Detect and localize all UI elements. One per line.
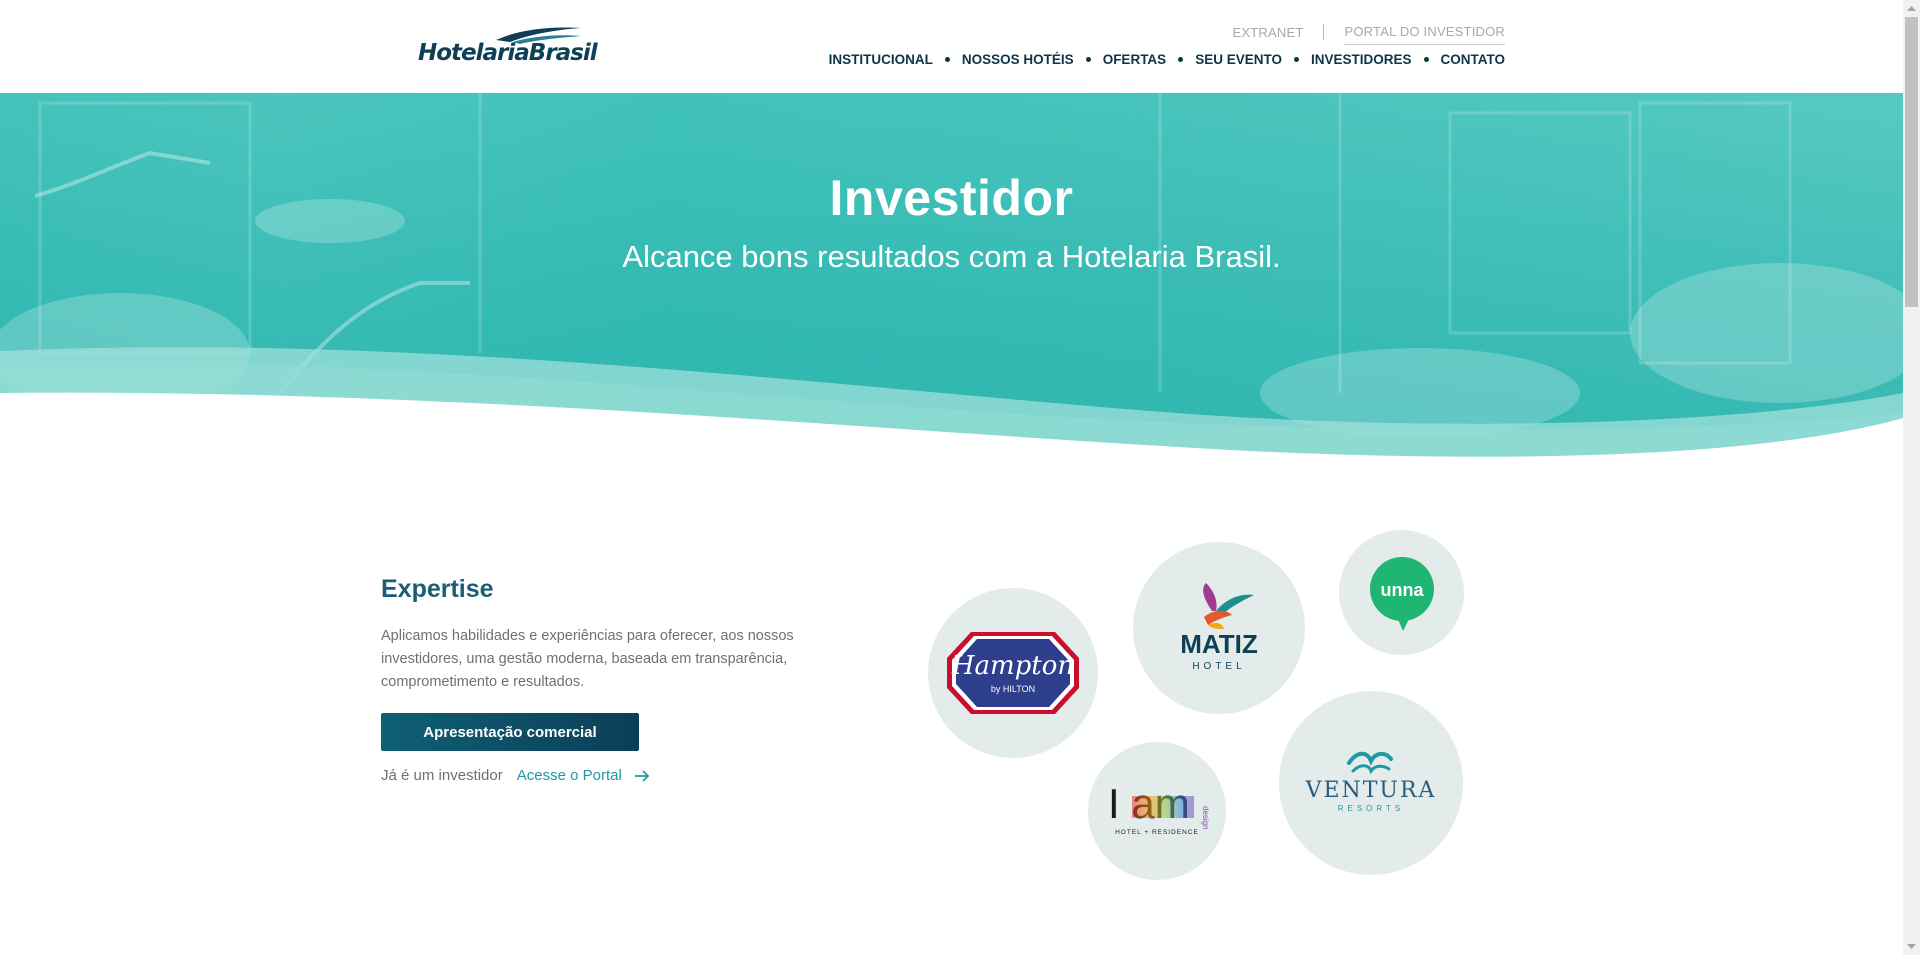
nav-item-institucional[interactable]: INSTITUCIONAL [829, 52, 933, 67]
extranet-link[interactable]: EXTRANET [1233, 25, 1304, 40]
brand-hampton[interactable]: Hampton by HILTON [928, 588, 1098, 758]
page-scrollbar[interactable] [1903, 0, 1920, 955]
hampton-name: Hampton [951, 651, 1074, 681]
matiz-logo-icon: MATIZ HOTEL [1180, 583, 1258, 672]
nav-item-ofertas[interactable]: OFERTAS [1103, 52, 1167, 67]
hero-room-illustration [0, 93, 1903, 473]
expertise-description: Aplicamos habilidades e experiências par… [381, 628, 794, 690]
access-portal-label: Acesse o Portal [516, 767, 622, 784]
nav-separator-dot [1293, 57, 1299, 62]
hampton-sub: by HILTON [991, 684, 1035, 694]
site-logo[interactable]: HotelariaBrasil [418, 26, 598, 72]
ventura-sub: RESORTS [1338, 804, 1405, 813]
hampton-logo-icon: Hampton by HILTON [947, 632, 1079, 714]
scroll-up-icon[interactable] [1903, 0, 1920, 17]
arrow-right-icon [634, 769, 650, 782]
site-header: HotelariaBrasil EXTRANET PORTAL DO INVES… [0, 0, 1903, 93]
logo-text: HotelariaBrasil [418, 40, 598, 66]
brand-unna[interactable]: unna [1339, 530, 1464, 655]
access-portal-link[interactable]: Acesse o Portal [517, 767, 650, 784]
nav-separator-dot [1178, 57, 1184, 62]
brand-iam[interactable]: I am design HOTEL + RESIDENCE [1088, 742, 1226, 880]
brand-matiz[interactable]: MATIZ HOTEL [1133, 542, 1305, 714]
matiz-name: MATIZ [1180, 629, 1258, 659]
nav-item-seu-evento[interactable]: SEU EVENTO [1195, 52, 1282, 67]
main-nav: INSTITUCIONAL NOSSOS HOTÉIS OFERTAS SEU … [829, 52, 1505, 67]
page-title: Investidor [829, 170, 1074, 226]
scroll-down-icon[interactable] [1903, 938, 1920, 955]
nav-separator-dot [1085, 57, 1091, 62]
ventura-logo-icon: VENTURA RESORTS [1305, 751, 1437, 813]
investor-portal-link[interactable]: PORTAL DO INVESTIDOR [1344, 24, 1505, 45]
matiz-sub: HOTEL [1192, 661, 1245, 672]
page-subtitle: Alcance bons resultados com a Hotelaria … [622, 239, 1281, 274]
iam-logo-icon: I am design HOTEL + RESIDENCE [1108, 780, 1210, 836]
scrollbar-thumb[interactable] [1905, 17, 1918, 307]
top-links: EXTRANET PORTAL DO INVESTIDOR [1233, 19, 1505, 45]
page: HotelariaBrasil EXTRANET PORTAL DO INVES… [0, 0, 1920, 955]
ventura-name: VENTURA [1305, 778, 1437, 803]
nav-item-investidores[interactable]: INVESTIDORES [1311, 52, 1412, 67]
nav-separator-dot [944, 57, 950, 62]
unna-logo-icon: unna [1369, 556, 1434, 631]
nav-separator-dot [1423, 57, 1429, 62]
iam-tag: design [1201, 806, 1210, 830]
brand-ventura[interactable]: VENTURA RESORTS [1279, 691, 1463, 875]
expertise-heading: Expertise [381, 575, 494, 603]
hero-banner: Investidor Alcance bons resultados com a… [0, 93, 1903, 473]
investor-prompt: Já é um investidor [381, 767, 503, 784]
nav-item-nossos-hoteis[interactable]: NOSSOS HOTÉIS [962, 52, 1074, 67]
nav-item-contato[interactable]: CONTATO [1441, 52, 1506, 67]
investor-portal-row: Já é um investidor Acesse o Portal [381, 767, 650, 784]
iam-sub: HOTEL + RESIDENCE [1115, 829, 1199, 836]
top-links-divider [1323, 24, 1325, 40]
unna-name: unna [1380, 580, 1424, 600]
commercial-presentation-button[interactable]: Apresentação comercial [381, 713, 639, 751]
